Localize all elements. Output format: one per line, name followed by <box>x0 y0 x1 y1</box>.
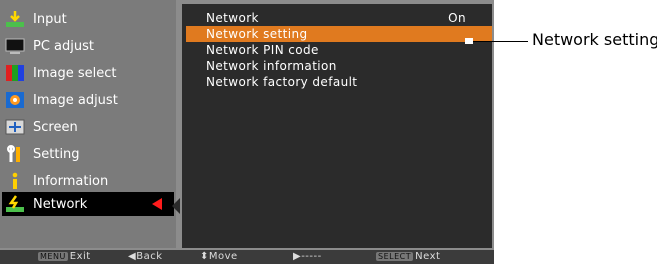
selection-pointer-icon <box>152 198 162 210</box>
submenu-item-label: Network PIN code <box>206 43 319 57</box>
submenu-item-label: Network factory default <box>206 75 358 89</box>
screen-icon <box>4 118 26 136</box>
menu-item-label: Input <box>33 11 67 27</box>
back-arrow-icon: ◀ <box>128 251 137 262</box>
callout-marker <box>465 38 473 44</box>
status-bar: MENU Exit ◀Back ⬍Move ▶----- SELECT Next <box>0 250 494 264</box>
move-label: Move <box>208 251 238 262</box>
menu-item-label: Image adjust <box>33 92 118 108</box>
menu-item-information[interactable]: Information <box>4 169 174 193</box>
forward-hint: ▶----- <box>293 250 322 264</box>
projector-menu-screen: Input PC adjust Image select Image adjus… <box>0 0 494 264</box>
menu-item-input[interactable]: Input <box>4 7 174 31</box>
menu-item-screen[interactable]: Screen <box>4 115 174 139</box>
menu-item-label: PC adjust <box>33 38 94 54</box>
move-hint: ⬍Move <box>200 250 238 264</box>
menu-item-label: Network <box>33 196 88 212</box>
menu-item-image-select[interactable]: Image select <box>4 61 174 85</box>
submenu-connector <box>172 198 180 214</box>
image-select-icon <box>4 64 26 82</box>
submenu-item-network-factory-default[interactable]: Network factory default <box>186 74 492 90</box>
menu-item-image-adjust[interactable]: Image adjust <box>4 88 174 112</box>
next-label: Next <box>415 251 441 262</box>
menu-item-label: Setting <box>33 146 80 162</box>
forward-arrow-icon: ▶ <box>293 251 302 262</box>
menu-item-label: Screen <box>33 119 78 135</box>
up-down-arrow-icon: ⬍ <box>200 251 209 262</box>
forward-label: ----- <box>301 251 322 262</box>
exit-label: Exit <box>69 251 91 262</box>
network-submenu-panel: Network On Network setting Network PIN c… <box>182 4 492 248</box>
menu-item-pc-adjust[interactable]: PC adjust <box>4 34 174 58</box>
back-label: Back <box>136 251 163 262</box>
exit-hint: MENU Exit <box>38 250 91 264</box>
submenu-item-label: Network information <box>206 59 337 73</box>
menu-item-label: Information <box>33 173 109 189</box>
submenu-item-network-pin-code[interactable]: Network PIN code <box>186 42 492 58</box>
input-icon <box>4 10 26 28</box>
callout-line <box>468 41 528 42</box>
pc-adjust-icon <box>4 37 26 55</box>
network-status-value: On <box>448 11 466 25</box>
callout-label: Network setting <box>532 30 657 49</box>
submenu-item-label: Network <box>206 11 259 25</box>
network-icon <box>4 195 26 213</box>
submenu-item-label: Network setting <box>206 27 308 41</box>
submenu-item-network-information[interactable]: Network information <box>186 58 492 74</box>
submenu-item-network[interactable]: Network On <box>186 10 492 26</box>
information-icon <box>4 172 26 190</box>
menu-item-setting[interactable]: Setting <box>4 142 174 166</box>
next-hint: SELECT Next <box>376 250 440 264</box>
back-hint: ◀Back <box>128 250 162 264</box>
menu-item-network[interactable]: Network <box>2 192 174 216</box>
setting-icon <box>4 145 26 163</box>
select-key-badge: SELECT <box>376 252 414 261</box>
image-adjust-icon <box>4 91 26 109</box>
submenu-item-network-setting[interactable]: Network setting <box>186 26 492 42</box>
menu-key-badge: MENU <box>38 252 68 261</box>
menu-item-label: Image select <box>33 65 117 81</box>
main-menu-panel: Input PC adjust Image select Image adjus… <box>0 0 176 248</box>
